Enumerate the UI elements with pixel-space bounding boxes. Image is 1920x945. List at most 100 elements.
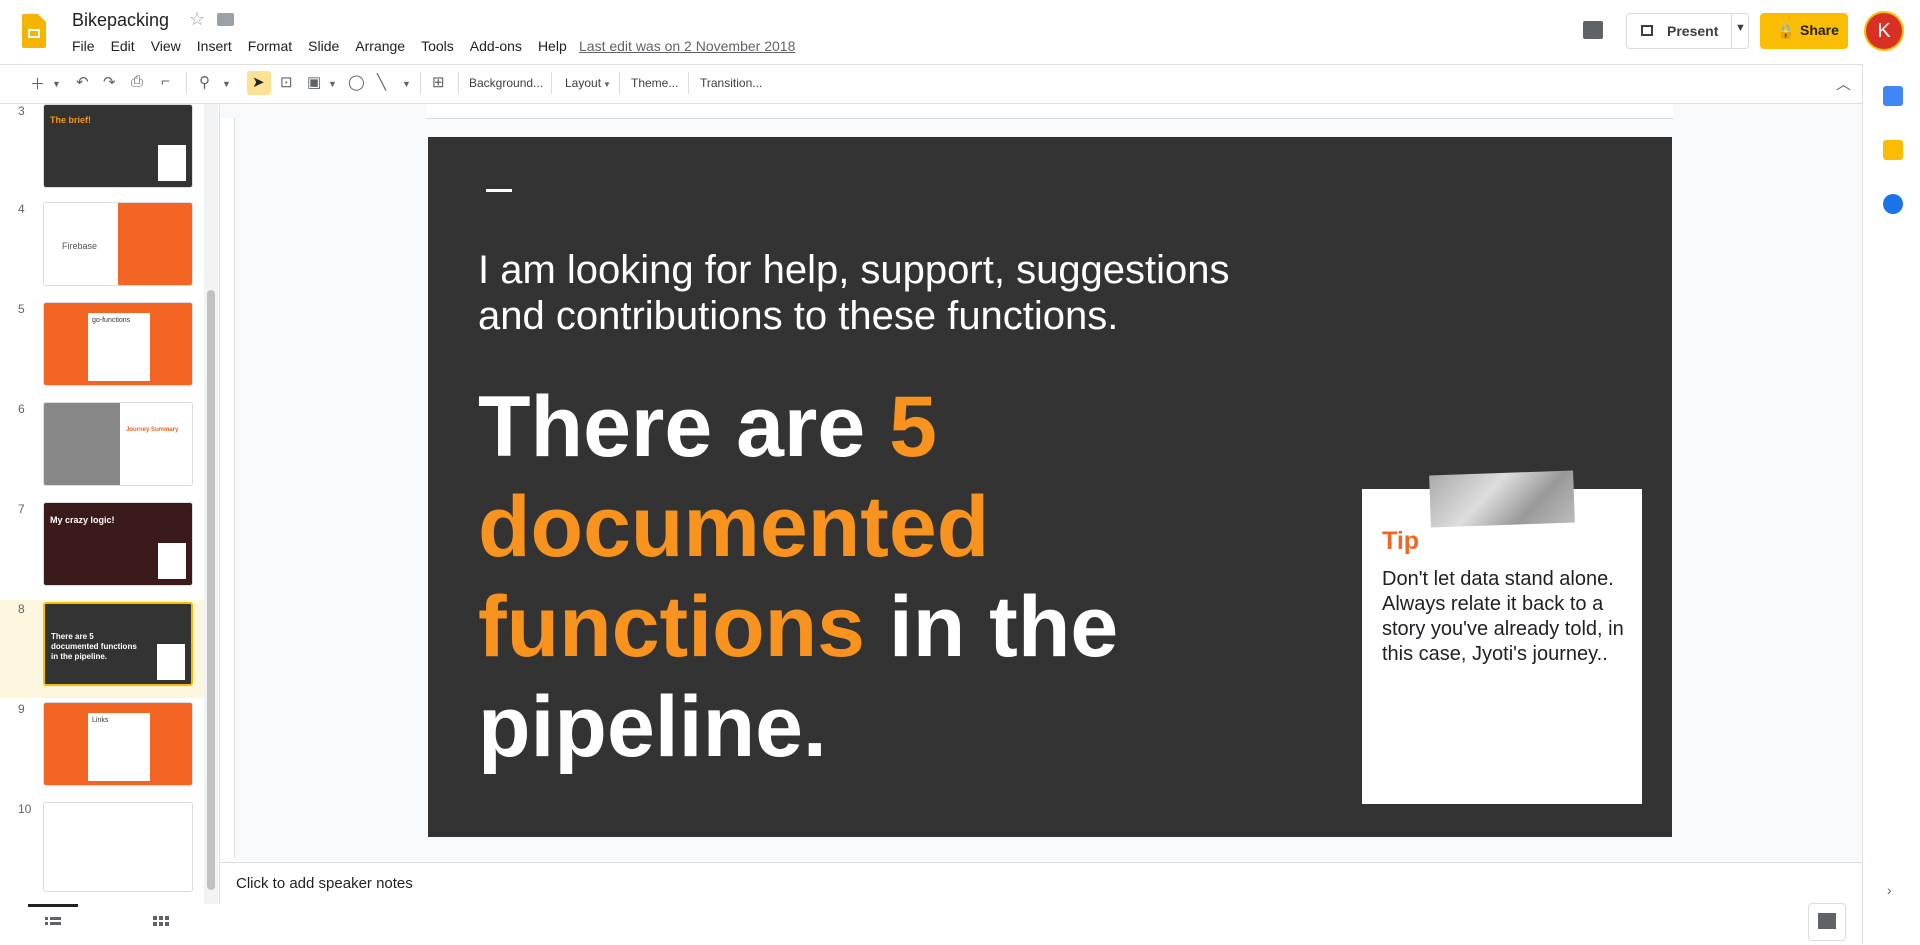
redo-icon[interactable]: ↷: [103, 73, 116, 91]
menu-bar: File Edit View Insert Format Slide Arran…: [64, 38, 575, 54]
calendar-icon[interactable]: [1883, 86, 1903, 106]
thumbnail-image: [44, 403, 120, 485]
new-slide-chevron-icon[interactable]: ▼: [52, 79, 61, 89]
present-divider: [1731, 14, 1732, 48]
slide-number: 4: [18, 202, 25, 216]
list-view-icon[interactable]: [45, 916, 61, 930]
document-title[interactable]: Bikepacking: [72, 10, 169, 31]
slide-thumbnail[interactable]: [43, 802, 193, 892]
thumbnail-block: [118, 203, 192, 285]
line-icon[interactable]: ╲: [377, 73, 386, 91]
menu-tools[interactable]: Tools: [413, 38, 462, 54]
slide-number: 9: [18, 702, 25, 716]
layout-button[interactable]: Layout: [565, 76, 601, 90]
menu-edit[interactable]: Edit: [103, 38, 143, 54]
print-icon[interactable]: ⎙: [131, 73, 143, 90]
zoom-chevron-icon[interactable]: ▼: [222, 79, 231, 89]
slide-thumbnail[interactable]: My crazy logic!: [43, 502, 193, 586]
thumbnail-title: Journey Summary: [126, 427, 179, 433]
slide-thumbnail-selected[interactable]: There are 5 documented functions in the …: [43, 602, 193, 686]
thumbnail-card: [158, 543, 186, 579]
tape-decoration: [1429, 470, 1575, 528]
grid-view-icon[interactable]: [153, 916, 169, 930]
app-header: Bikepacking ☆ File Edit View Insert Form…: [0, 0, 1920, 64]
toolbar-divider: [420, 72, 421, 94]
paint-format-icon[interactable]: ⌐: [161, 73, 170, 90]
comment-add-icon[interactable]: ⊞: [432, 73, 445, 91]
tip-card[interactable]: Tip Don't let data stand alone. Always r…: [1362, 470, 1642, 804]
slide-thumbnail[interactable]: Firebase: [43, 202, 193, 286]
vertical-ruler[interactable]: [220, 118, 235, 858]
menu-help[interactable]: Help: [530, 38, 575, 54]
tip-title: Tip: [1382, 527, 1420, 555]
star-icon[interactable]: ☆: [189, 9, 205, 30]
menu-insert[interactable]: Insert: [189, 38, 240, 54]
slides-logo-icon[interactable]: [22, 14, 46, 48]
menu-arrange[interactable]: Arrange: [347, 38, 413, 54]
layout-chevron-icon[interactable]: ▼: [603, 80, 611, 89]
speaker-notes-panel[interactable]: Click to add speaker notes: [220, 862, 1862, 945]
slide-dash-decoration: [486, 189, 512, 192]
menu-addons[interactable]: Add-ons: [462, 38, 530, 54]
expand-panel-icon[interactable]: ›: [1887, 882, 1892, 898]
slide-thumbnail[interactable]: go-functions: [43, 302, 193, 386]
slide-number: 8: [18, 602, 25, 616]
present-label: Present: [1667, 23, 1719, 39]
thumbnail-title: Links: [92, 717, 109, 724]
filmstrip-scrollbar-thumb[interactable]: [207, 290, 215, 890]
active-view-indicator: [28, 904, 78, 907]
zoom-icon[interactable]: ⚲: [199, 73, 210, 91]
share-label: Share: [1800, 22, 1839, 38]
explore-icon[interactable]: [1808, 903, 1846, 941]
current-slide[interactable]: I am looking for help, support, suggesti…: [428, 137, 1672, 837]
present-button[interactable]: Present ▼: [1626, 13, 1749, 49]
toolbar: ＋ ▼ ↶ ↷ ⎙ ⌐ ⚲ ▼ ➤ ⊡ ▣ ▼ ◯ ╲ ▼ ⊞ Backgrou…: [0, 64, 1866, 104]
thumbnail-title: There are 5 documented functions in the …: [51, 632, 137, 661]
present-icon: [1641, 25, 1653, 36]
comment-history-icon[interactable]: [1583, 21, 1603, 39]
image-chevron-icon[interactable]: ▼: [328, 79, 337, 89]
new-slide-icon[interactable]: ＋: [30, 73, 45, 94]
select-cursor-icon[interactable]: ➤: [252, 73, 265, 91]
chevron-down-icon[interactable]: ▼: [1735, 22, 1746, 34]
undo-icon[interactable]: ↶: [76, 73, 89, 91]
share-button[interactable]: 🔒 Share: [1760, 13, 1848, 49]
tip-body: Don't let data stand alone. Always relat…: [1382, 568, 1624, 665]
menu-view[interactable]: View: [143, 38, 189, 54]
menu-format[interactable]: Format: [240, 38, 300, 54]
toolbar-divider: [551, 72, 552, 94]
image-icon[interactable]: ▣: [307, 73, 321, 91]
theme-button[interactable]: Theme...: [631, 76, 678, 90]
last-edit-link[interactable]: Last edit was on 2 November 2018: [579, 38, 795, 54]
menu-file[interactable]: File: [64, 38, 103, 54]
line-chevron-icon[interactable]: ▼: [402, 79, 411, 89]
slide-number: 10: [18, 802, 32, 816]
thumbnail-title: The brief!: [50, 115, 92, 125]
slide-subtitle[interactable]: I am looking for help, support, suggesti…: [478, 247, 1298, 339]
menu-slide[interactable]: Slide: [300, 38, 347, 54]
shape-icon[interactable]: ◯: [348, 73, 365, 91]
tasks-icon[interactable]: [1883, 194, 1903, 214]
avatar[interactable]: K: [1866, 13, 1902, 49]
toolbar-divider: [186, 72, 187, 94]
slide-thumbnail[interactable]: Links: [43, 702, 193, 786]
slide-main-heading[interactable]: There are 5 documented functions in the …: [478, 377, 1198, 777]
thumbnail-title: Firebase: [62, 241, 98, 251]
thumbnail-title: go-functions: [92, 317, 131, 324]
filmstrip-panel: 3 The brief! 4 Firebase 5 go-functions 6…: [0, 104, 220, 904]
lock-icon: 🔒: [1777, 23, 1795, 39]
thumbnail-card: [157, 644, 185, 680]
horizontal-ruler[interactable]: [426, 104, 1673, 119]
keep-icon[interactable]: [1883, 140, 1903, 160]
folder-icon[interactable]: [217, 13, 234, 26]
slide-number: 3: [18, 104, 25, 118]
background-button[interactable]: Background...: [469, 76, 543, 90]
transition-button[interactable]: Transition...: [700, 76, 762, 90]
text-box-icon[interactable]: ⊡: [280, 73, 293, 91]
slide-thumbnail[interactable]: Journey Summary: [43, 402, 193, 486]
slide-number: 7: [18, 502, 25, 516]
speaker-notes-placeholder[interactable]: Click to add speaker notes: [236, 875, 413, 892]
collapse-toolbar-icon[interactable]: ︿: [1836, 73, 1851, 94]
slide-thumbnail[interactable]: The brief!: [43, 104, 193, 188]
toolbar-divider: [688, 72, 689, 94]
